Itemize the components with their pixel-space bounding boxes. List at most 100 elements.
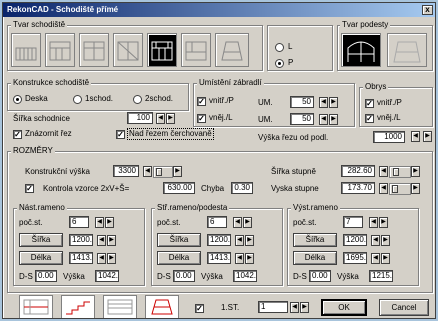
flight-exit-steps-increment[interactable]: ▶ bbox=[379, 217, 388, 228]
flight-middle-width-button[interactable]: Šířka bbox=[157, 233, 201, 247]
flight-middle-length-input[interactable]: 1413. bbox=[207, 252, 231, 264]
angled-stair-icon bbox=[221, 41, 243, 61]
stair-shape-tile-3[interactable] bbox=[79, 33, 109, 67]
railing-outer-checkbox[interactable]: ✓ bbox=[197, 114, 206, 123]
flight-entry-steps-decrement[interactable]: ◀ bbox=[95, 217, 104, 228]
flight-exit-length-input[interactable]: 1695. bbox=[343, 252, 367, 264]
construction-2schod-radio[interactable] bbox=[133, 95, 142, 104]
step-height-decrement[interactable]: ◀ bbox=[379, 183, 388, 194]
step-height-increment[interactable]: ▶ bbox=[411, 183, 420, 194]
flight-entry-width-decrement[interactable]: ◀ bbox=[97, 235, 106, 246]
flight-middle-width-increment[interactable]: ▶ bbox=[245, 235, 254, 246]
flight-exit-length-increment[interactable]: ▶ bbox=[381, 253, 390, 264]
stair-shape-tile-5-selected[interactable] bbox=[147, 33, 177, 67]
flight-exit-steps-input[interactable]: 7 bbox=[343, 216, 363, 228]
orientation-l-radio[interactable] bbox=[275, 43, 284, 52]
railing-inner-um-input[interactable]: 50 bbox=[290, 96, 314, 108]
flight-middle-steps-input[interactable]: 6 bbox=[207, 216, 227, 228]
flight-middle-length-decrement[interactable]: ◀ bbox=[235, 253, 244, 264]
flight-entry-steps-input[interactable]: 6 bbox=[69, 216, 89, 228]
flight-middle-steps-increment[interactable]: ▶ bbox=[243, 217, 252, 228]
flight-middle-length-increment[interactable]: ▶ bbox=[245, 253, 254, 264]
view-tile-1[interactable] bbox=[19, 295, 53, 318]
first-step-decrement[interactable]: ◀ bbox=[290, 302, 299, 313]
construction-height-increment[interactable]: ▶ bbox=[173, 166, 182, 177]
construction-1schod-radio[interactable] bbox=[73, 95, 82, 104]
step-height-slider-thumb[interactable] bbox=[392, 185, 398, 193]
flight-exit-width-button[interactable]: Šířka bbox=[293, 233, 337, 247]
flight-entry-width-input[interactable]: 1200. bbox=[69, 234, 93, 246]
cancel-button[interactable]: Cancel bbox=[379, 299, 429, 316]
flight-entry-length-decrement[interactable]: ◀ bbox=[97, 253, 106, 264]
flight-middle-ds-input[interactable]: 0.00 bbox=[173, 270, 195, 282]
stair-shape-tile-2[interactable] bbox=[45, 33, 75, 67]
view-tile-3[interactable] bbox=[103, 295, 137, 318]
railing-outer-um-input[interactable]: 50 bbox=[290, 113, 314, 125]
u-stair-icon bbox=[83, 41, 105, 61]
landing-shape-tile-1-selected[interactable] bbox=[341, 33, 381, 67]
show-section-checkbox[interactable]: ✓ bbox=[13, 130, 22, 139]
railing-outer-increment[interactable]: ▶ bbox=[329, 114, 338, 125]
flight-entry-ds-input[interactable]: 0.00 bbox=[35, 270, 57, 282]
tread-width-slider[interactable] bbox=[389, 166, 411, 178]
stringer-width-input[interactable]: 100 bbox=[127, 112, 153, 124]
construction-deska-radio[interactable] bbox=[13, 95, 22, 104]
step-height-slider[interactable] bbox=[389, 183, 411, 195]
flight-entry-width-increment[interactable]: ▶ bbox=[107, 235, 116, 246]
flight-middle-width-decrement[interactable]: ◀ bbox=[235, 235, 244, 246]
orientation-p-radio[interactable] bbox=[275, 59, 284, 68]
step-height-input[interactable]: 173.70 bbox=[341, 182, 375, 194]
stair-shape-tile-1[interactable] bbox=[11, 33, 41, 67]
outline-inner-checkbox[interactable]: ✓ bbox=[365, 99, 374, 108]
stringer-width-decrement[interactable]: ◀ bbox=[156, 113, 165, 124]
section-height-input[interactable]: 1000 bbox=[373, 131, 405, 143]
flight-exit-ds-input[interactable]: 0.00 bbox=[309, 270, 331, 282]
flight-entry-steps-increment[interactable]: ▶ bbox=[105, 217, 114, 228]
railing-inner-increment[interactable]: ▶ bbox=[329, 97, 338, 108]
construction-height-slider-thumb[interactable] bbox=[156, 168, 162, 176]
landing-shape-tile-2[interactable] bbox=[387, 33, 427, 67]
railing-inner-decrement[interactable]: ◀ bbox=[319, 97, 328, 108]
first-step-checkbox[interactable]: ✓ bbox=[195, 304, 204, 313]
flight-entry-length-button[interactable]: Délka bbox=[19, 251, 63, 265]
tread-width-slider-thumb[interactable] bbox=[393, 168, 399, 176]
stair-shape-tile-6[interactable] bbox=[181, 33, 211, 67]
stair-shape-tile-7[interactable] bbox=[215, 33, 249, 67]
flight-middle-length-button[interactable]: Délka bbox=[157, 251, 201, 265]
construction-height-decrement[interactable]: ◀ bbox=[143, 166, 152, 177]
flight-exit-width-increment[interactable]: ▶ bbox=[381, 235, 390, 246]
first-step-input[interactable]: 1 bbox=[258, 301, 288, 313]
outline-outer-checkbox[interactable]: ✓ bbox=[365, 114, 374, 123]
outline-inner-label: vnitř./P bbox=[377, 98, 402, 107]
stair-shape-tile-4[interactable] bbox=[113, 33, 143, 67]
view-tile-4[interactable] bbox=[145, 295, 179, 318]
ok-button[interactable]: OK bbox=[321, 299, 367, 316]
flight-middle-ds-label: D-S bbox=[157, 272, 171, 281]
section-height-decrement[interactable]: ◀ bbox=[411, 131, 420, 142]
flight-entry-length-increment[interactable]: ▶ bbox=[107, 253, 116, 264]
window-title: RekonCAD - Schodiště přímé bbox=[7, 5, 119, 14]
construction-height-slider[interactable] bbox=[153, 166, 173, 178]
check-formula-checkbox[interactable]: ✓ bbox=[25, 184, 34, 193]
flight-middle-width-input[interactable]: 1200. bbox=[207, 234, 231, 246]
section-height-increment[interactable]: ▶ bbox=[423, 131, 432, 142]
flight-exit-length-decrement[interactable]: ◀ bbox=[371, 253, 380, 264]
flight-middle-steps-decrement[interactable]: ◀ bbox=[233, 217, 242, 228]
tread-width-increment[interactable]: ▶ bbox=[411, 166, 420, 177]
tread-width-decrement[interactable]: ◀ bbox=[379, 166, 388, 177]
stringer-width-increment[interactable]: ▶ bbox=[166, 113, 175, 124]
railing-outer-decrement[interactable]: ◀ bbox=[319, 114, 328, 125]
construction-height-input[interactable]: 3300 bbox=[113, 165, 139, 177]
flight-exit-length-button[interactable]: Délka bbox=[293, 251, 337, 265]
above-section-dashed-checkbox[interactable]: ✓ bbox=[116, 130, 125, 139]
flight-exit-width-input[interactable]: 1200. bbox=[343, 234, 367, 246]
close-button[interactable]: x bbox=[422, 5, 433, 15]
flight-exit-width-decrement[interactable]: ◀ bbox=[371, 235, 380, 246]
first-step-increment[interactable]: ▶ bbox=[300, 302, 309, 313]
flight-entry-length-input[interactable]: 1413. bbox=[69, 252, 93, 264]
railing-inner-checkbox[interactable]: ✓ bbox=[197, 97, 206, 106]
flight-entry-width-button[interactable]: Šířka bbox=[19, 233, 63, 247]
flight-exit-steps-decrement[interactable]: ◀ bbox=[369, 217, 378, 228]
view-tile-2[interactable] bbox=[61, 295, 95, 318]
tread-width-input[interactable]: 282.60 bbox=[341, 165, 375, 177]
